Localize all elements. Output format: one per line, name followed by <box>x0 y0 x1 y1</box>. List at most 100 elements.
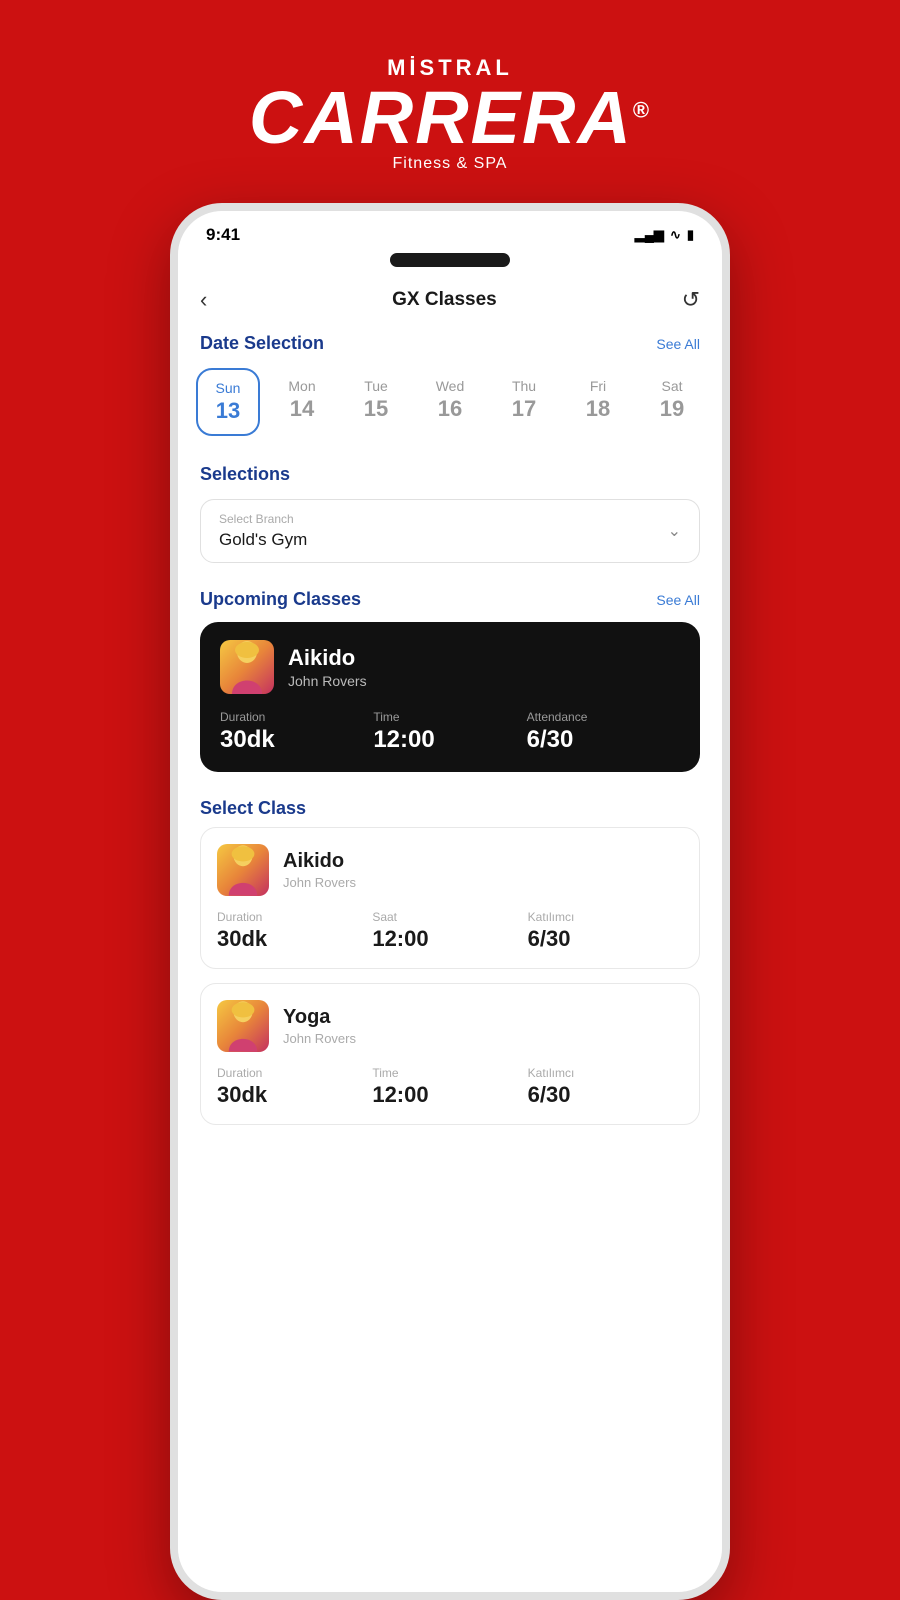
list-duration-label: Duration <box>217 910 372 924</box>
list-time-stat: Time 12:00 <box>372 1066 527 1108</box>
upcoming-classes-header: Upcoming Classes See All <box>178 579 722 618</box>
date-item-fri[interactable]: Fri 18 <box>566 368 630 436</box>
logo-carrera: CARRERA® <box>249 81 651 155</box>
list-duration-stat: Duration 30dk <box>217 1066 372 1108</box>
date-item-tue[interactable]: Tue 15 <box>344 368 408 436</box>
date-day-name: Sun <box>216 380 241 396</box>
list-duration-value: 30dk <box>217 926 372 952</box>
wifi-icon: ∿ <box>670 227 681 243</box>
class-list-info: Aikido John Rovers <box>283 850 356 890</box>
date-day-num: 16 <box>438 396 462 422</box>
list-attendance-label: Katılımcı <box>528 910 683 924</box>
class-avatar <box>220 640 274 694</box>
class-list-instructor: John Rovers <box>283 875 356 890</box>
attendance-label: Attendance <box>527 710 680 724</box>
class-instructor: John Rovers <box>288 673 367 689</box>
date-item-thu[interactable]: Thu 17 <box>492 368 556 436</box>
list-time-label: Time <box>372 1066 527 1080</box>
page-title: GX Classes <box>392 289 497 311</box>
select-class-title: Select Class <box>200 798 306 819</box>
class-header-row: Aikido John Rovers <box>220 640 680 694</box>
class-list-header: Aikido John Rovers <box>217 844 683 896</box>
logo-area: MİSTRAL CARRERA® Fitness & SPA <box>249 0 651 203</box>
date-day-name: Fri <box>590 378 606 394</box>
status-bar: 9:41 ▂▄▆ ∿ ▮ <box>178 211 722 253</box>
duration-label: Duration <box>220 710 373 724</box>
date-day-num: 14 <box>290 396 314 422</box>
date-day-name: Tue <box>364 378 388 394</box>
date-day-num: 19 <box>660 396 684 422</box>
time-label: Time <box>373 710 526 724</box>
chevron-down-icon: ⌄ <box>668 521 681 541</box>
list-time-value: 12:00 <box>372 1082 527 1108</box>
date-selection-title: Date Selection <box>200 333 324 354</box>
list-duration-label: Duration <box>217 1066 372 1080</box>
class-name: Aikido <box>288 645 367 671</box>
list-time-stat: Saat 12:00 <box>372 910 527 952</box>
class-stats: Duration 30dk Time 12:00 Attendance 6/30 <box>220 710 680 754</box>
list-duration-value: 30dk <box>217 1082 372 1108</box>
list-attendance-label: Katılımcı <box>528 1066 683 1080</box>
branch-value: Gold's Gym <box>219 530 683 550</box>
selections-section: Selections Select Branch Gold's Gym ⌄ <box>178 450 722 563</box>
class-list: Aikido John Rovers Duration 30dk Saat 12… <box>178 827 722 1125</box>
status-icons: ▂▄▆ ∿ ▮ <box>635 227 694 243</box>
attendance-value: 6/30 <box>527 726 680 754</box>
list-time-label: Saat <box>372 910 527 924</box>
history-button[interactable]: ↺ <box>682 287 700 313</box>
upcoming-see-all[interactable]: See All <box>656 592 700 608</box>
date-day-name: Thu <box>512 378 536 394</box>
date-day-name: Sat <box>661 378 682 394</box>
list-time-value: 12:00 <box>372 926 527 952</box>
date-item-sat[interactable]: Sat 19 <box>640 368 704 436</box>
notch-pill <box>390 253 510 267</box>
time-value: 12:00 <box>373 726 526 754</box>
class-list-avatar <box>217 1000 269 1052</box>
upcoming-classes-title: Upcoming Classes <box>200 589 361 610</box>
branch-label: Select Branch <box>219 512 683 526</box>
upcoming-class-card[interactable]: Aikido John Rovers Duration 30dk Time 12… <box>200 622 700 772</box>
signal-icon: ▂▄▆ <box>635 227 664 243</box>
phone-frame: 9:41 ▂▄▆ ∿ ▮ ‹ GX Classes ↺ Date Selecti… <box>170 203 730 1600</box>
date-day-num: 17 <box>512 396 536 422</box>
class-list-stats: Duration 30dk Saat 12:00 Katılımcı 6/30 <box>217 910 683 952</box>
selections-title: Selections <box>200 464 290 485</box>
class-list-name: Yoga <box>283 1006 356 1029</box>
attendance-stat: Attendance 6/30 <box>527 710 680 754</box>
date-see-all[interactable]: See All <box>656 336 700 352</box>
class-list-instructor: John Rovers <box>283 1031 356 1046</box>
list-attendance-stat: Katılımcı 6/30 <box>528 1066 683 1108</box>
class-list-info: Yoga John Rovers <box>283 1006 356 1046</box>
notch-bar <box>178 253 722 273</box>
list-attendance-value: 6/30 <box>528 926 683 952</box>
select-class-header: Select Class <box>178 788 722 827</box>
date-selection-header: Date Selection See All <box>178 323 722 362</box>
back-button[interactable]: ‹ <box>200 287 207 313</box>
date-day-num: 18 <box>586 396 610 422</box>
list-duration-stat: Duration 30dk <box>217 910 372 952</box>
date-item-wed[interactable]: Wed 16 <box>418 368 482 436</box>
date-day-name: Mon <box>288 378 315 394</box>
list-attendance-stat: Katılımcı 6/30 <box>528 910 683 952</box>
class-list-item[interactable]: Aikido John Rovers Duration 30dk Saat 12… <box>200 827 700 969</box>
list-attendance-value: 6/30 <box>528 1082 683 1108</box>
class-info: Aikido John Rovers <box>288 645 367 689</box>
class-list-name: Aikido <box>283 850 356 873</box>
date-item-mon[interactable]: Mon 14 <box>270 368 334 436</box>
class-list-item[interactable]: Yoga John Rovers Duration 30dk Time 12:0… <box>200 983 700 1125</box>
selections-header: Selections <box>178 454 722 493</box>
top-nav: ‹ GX Classes ↺ <box>178 273 722 323</box>
date-day-num: 15 <box>364 396 388 422</box>
date-day-num: 13 <box>216 398 240 424</box>
battery-icon: ▮ <box>687 227 694 243</box>
date-day-name: Wed <box>436 378 465 394</box>
date-item-sun[interactable]: Sun 13 <box>196 368 260 436</box>
time-stat: Time 12:00 <box>373 710 526 754</box>
branch-dropdown[interactable]: Select Branch Gold's Gym ⌄ <box>200 499 700 563</box>
duration-stat: Duration 30dk <box>220 710 373 754</box>
class-list-avatar <box>217 844 269 896</box>
date-selector: Sun 13 Mon 14 Tue 15 Wed 16 Thu 17 Fri 1… <box>178 362 722 450</box>
status-time: 9:41 <box>206 225 240 245</box>
class-list-stats: Duration 30dk Time 12:00 Katılımcı 6/30 <box>217 1066 683 1108</box>
class-list-header: Yoga John Rovers <box>217 1000 683 1052</box>
